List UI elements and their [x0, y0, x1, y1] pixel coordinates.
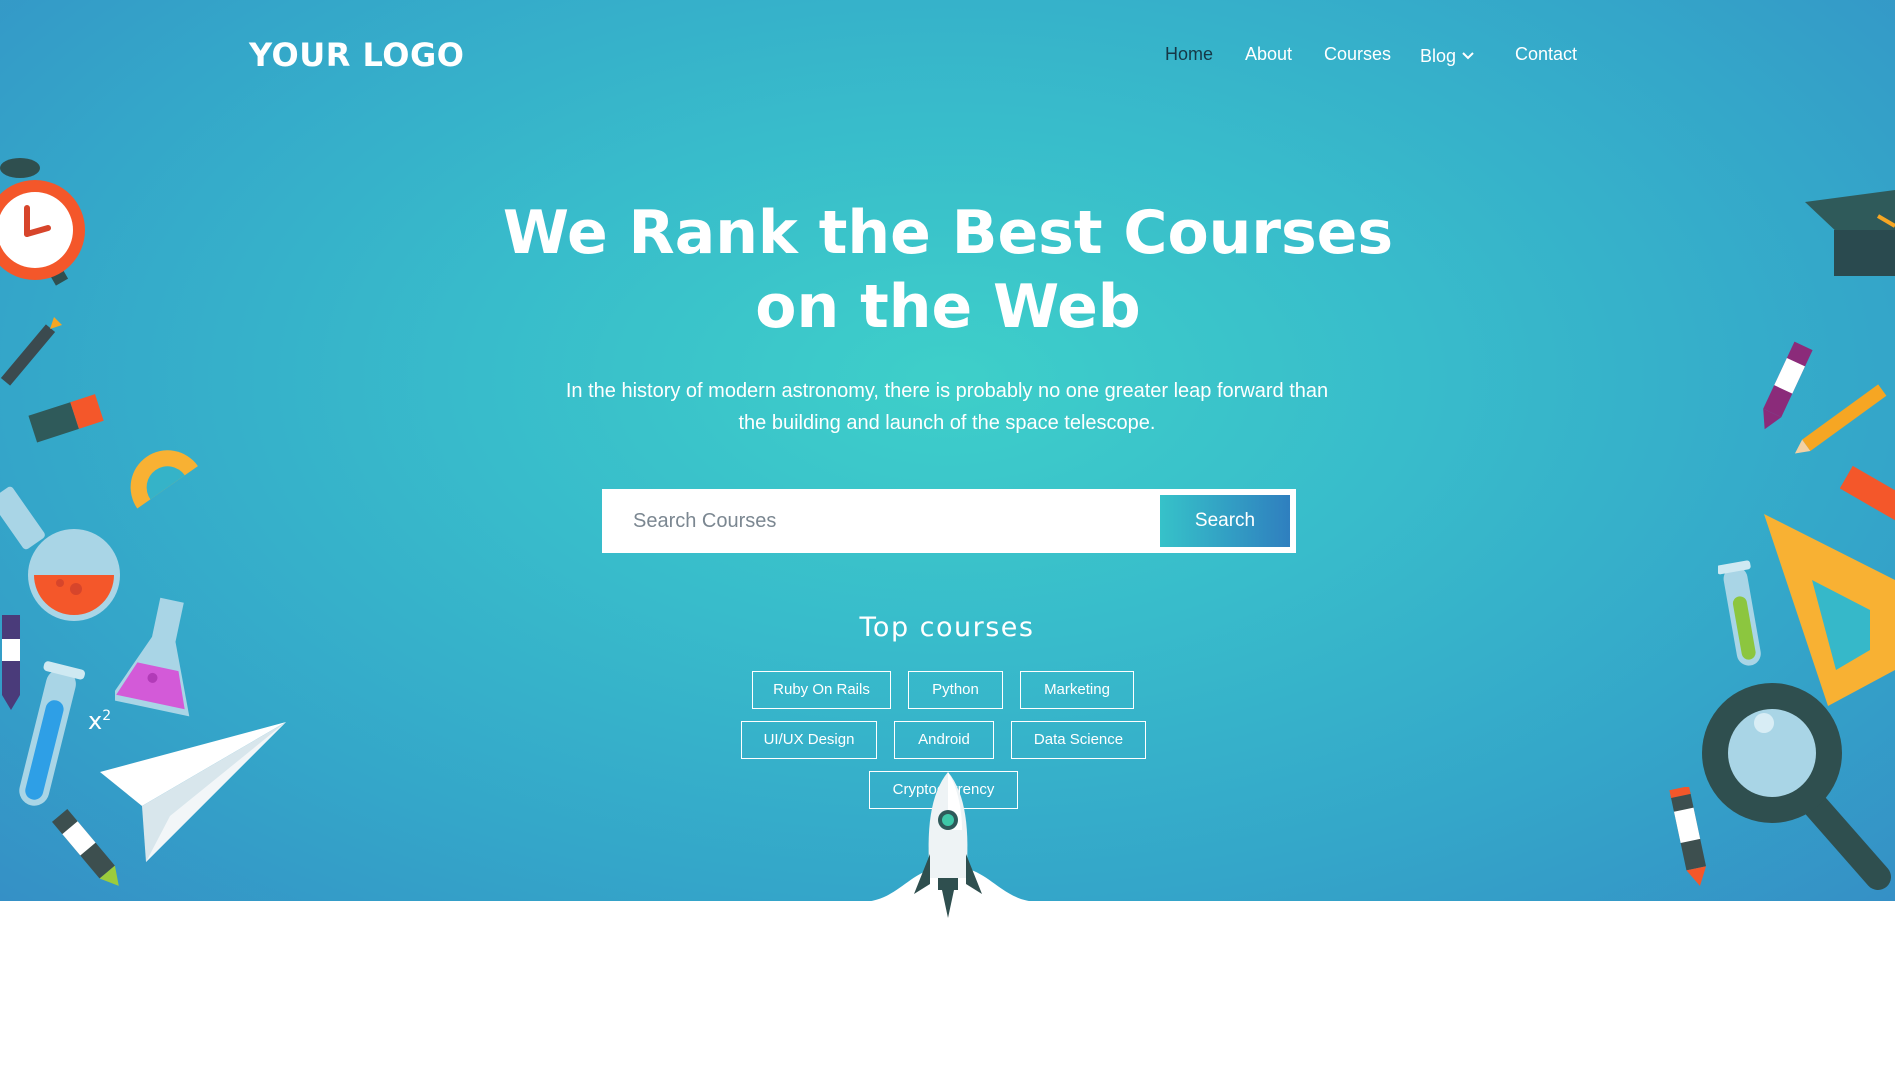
search-input[interactable]: [602, 489, 1150, 553]
top-courses-heading: Top courses: [859, 612, 1035, 643]
test-tube-icon: [1718, 560, 1761, 666]
test-tube-icon: [19, 661, 86, 806]
nav-item-about[interactable]: About: [1245, 44, 1292, 65]
nav-item-courses[interactable]: Courses: [1324, 44, 1391, 65]
graduation-cap-icon: [1805, 190, 1895, 276]
page-title: We Rank the Best Courses on the Web: [448, 196, 1448, 344]
hero-subtitle: In the history of modern astronomy, ther…: [547, 375, 1347, 439]
page-title-line-1: We Rank the Best Courses: [502, 198, 1394, 268]
eraser-icon: [28, 394, 104, 443]
page-title-line-2: on the Web: [755, 272, 1141, 342]
course-tag-data-science[interactable]: Data Science: [1011, 721, 1146, 759]
pencil-icon: [1794, 384, 1887, 454]
hero-subtitle-line-1: In the history of modern astronomy, ther…: [565, 380, 1329, 402]
hero-banner: x2 YOUR LOGO Home About Courses Blog Con…: [0, 0, 1895, 901]
magnifier-icon: [1702, 683, 1891, 890]
rocket-icon: [914, 772, 982, 918]
chevron-down-icon: [1462, 44, 1474, 65]
course-tag-ui-ux-design[interactable]: UI/UX Design: [741, 721, 877, 759]
course-search-form: Search: [602, 489, 1296, 553]
paper-plane-icon: [100, 722, 286, 862]
flask-icon: [0, 486, 120, 621]
search-button[interactable]: Search: [1160, 495, 1290, 547]
nav-item-blog[interactable]: Blog: [1420, 44, 1474, 67]
course-tag-python[interactable]: Python: [908, 671, 1003, 709]
hero-subtitle-line-2: the building and launch of the space tel…: [738, 412, 1156, 434]
triangle-ruler-icon: [1764, 514, 1895, 706]
course-tag-android[interactable]: Android: [894, 721, 994, 759]
main-nav: Home About Courses Blog Contact: [0, 44, 1895, 68]
nav-item-contact[interactable]: Contact: [1515, 44, 1577, 65]
course-tag-marketing[interactable]: Marketing: [1020, 671, 1134, 709]
nav-item-home[interactable]: Home: [1165, 44, 1213, 65]
nav-item-blog-label: Blog: [1420, 46, 1457, 66]
alarm-clock-icon: [0, 158, 85, 286]
pencil-icon: [0, 317, 62, 386]
flask-icon: [115, 597, 190, 717]
course-tag-ruby-on-rails[interactable]: Ruby On Rails: [752, 671, 891, 709]
crayon-icon: [1669, 787, 1707, 886]
